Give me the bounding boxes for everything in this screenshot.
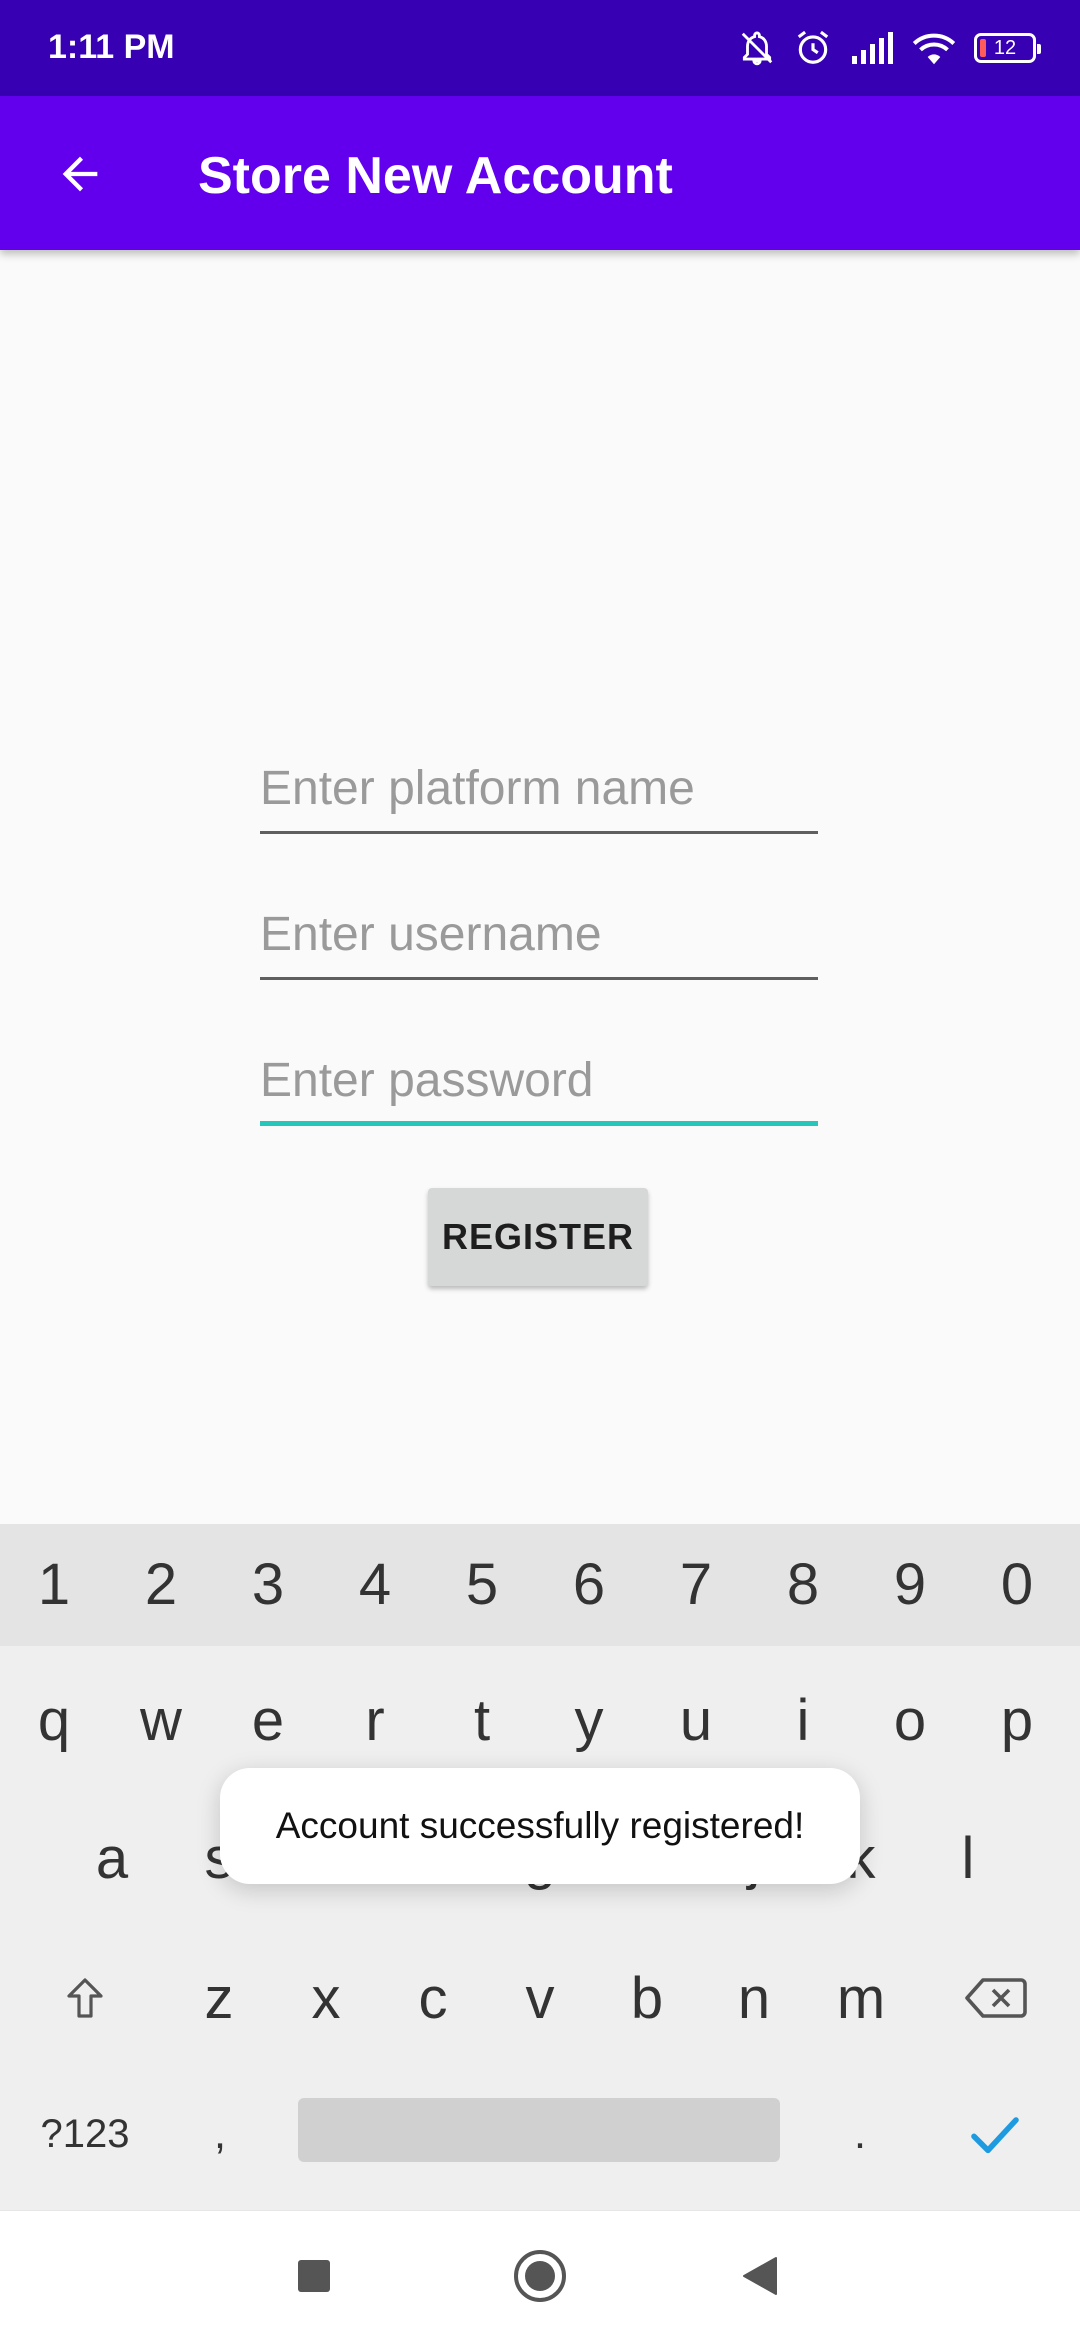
key-0[interactable]: 0	[977, 1544, 1057, 1624]
arrow-back-icon	[62, 156, 98, 192]
back-button[interactable]	[40, 134, 120, 214]
key-8[interactable]: 8	[763, 1544, 843, 1624]
check-icon	[971, 2117, 1019, 2154]
platform-name-field[interactable]	[260, 752, 818, 834]
period-key[interactable]: .	[820, 2084, 900, 2184]
username-field[interactable]	[260, 898, 818, 980]
key-5[interactable]: 5	[442, 1544, 522, 1624]
battery-level: 12	[993, 36, 1017, 59]
key-w[interactable]: w	[121, 1670, 201, 1770]
key-2[interactable]: 2	[121, 1544, 201, 1624]
home-button[interactable]	[500, 2236, 580, 2316]
wifi-icon	[912, 30, 956, 66]
backspace-icon	[965, 1978, 1027, 2018]
nav-back-button[interactable]	[720, 2236, 800, 2316]
home-circle-icon	[514, 2250, 566, 2302]
key-1[interactable]: 1	[14, 1544, 94, 1624]
key-r[interactable]: r	[335, 1670, 415, 1770]
alarm-icon	[794, 29, 832, 67]
status-bar: 1:11 PM 12	[0, 0, 1080, 96]
battery-icon: 12	[974, 33, 1041, 63]
key-v[interactable]: v	[500, 1948, 580, 2048]
key-a[interactable]: a	[72, 1808, 152, 1908]
key-b[interactable]: b	[607, 1948, 687, 2048]
key-z[interactable]: z	[179, 1948, 259, 2048]
key-x[interactable]: x	[286, 1948, 366, 2048]
status-icons: 12	[738, 24, 1041, 72]
key-o[interactable]: o	[870, 1670, 950, 1770]
toast-message: Account successfully registered!	[220, 1768, 860, 1884]
key-9[interactable]: 9	[870, 1544, 950, 1624]
key-q[interactable]: q	[14, 1670, 94, 1770]
username-input[interactable]	[260, 898, 818, 970]
symbols-key[interactable]: ?123	[20, 2084, 150, 2184]
key-u[interactable]: u	[656, 1670, 736, 1770]
register-button[interactable]: REGISTER	[428, 1188, 648, 1286]
key-c[interactable]: c	[393, 1948, 473, 2048]
space-bar[interactable]	[298, 2098, 780, 2162]
platform-name-input[interactable]	[260, 752, 818, 824]
shift-arrow-icon	[67, 1978, 103, 2018]
comma-key[interactable]: ,	[180, 2084, 260, 2184]
key-l[interactable]: l	[928, 1808, 1008, 1908]
recents-button[interactable]	[282, 2236, 346, 2316]
key-m[interactable]: m	[821, 1948, 901, 2048]
key-p[interactable]: p	[977, 1670, 1057, 1770]
password-field[interactable]	[260, 1044, 818, 1126]
key-7[interactable]: 7	[656, 1544, 736, 1624]
page-title: Store New Account	[198, 147, 673, 205]
backspace-key[interactable]	[950, 1948, 1040, 2048]
key-t[interactable]: t	[442, 1670, 522, 1770]
key-e[interactable]: e	[228, 1670, 308, 1770]
status-time: 1:11 PM	[48, 28, 175, 66]
app-bar: Store New Account	[0, 96, 1080, 250]
key-y[interactable]: y	[549, 1670, 629, 1770]
back-triangle-icon	[743, 2257, 777, 2295]
done-key[interactable]	[945, 2084, 1045, 2184]
key-i[interactable]: i	[763, 1670, 843, 1770]
recents-square-icon	[298, 2260, 330, 2292]
password-input[interactable]	[260, 1044, 818, 1116]
system-nav-bar	[0, 2210, 1080, 2341]
signal-icon	[850, 30, 894, 66]
shift-key[interactable]	[40, 1948, 130, 2048]
notifications-off-icon	[738, 29, 776, 67]
key-6[interactable]: 6	[549, 1544, 629, 1624]
number-row: 1 2 3 4 5 6 7 8 9 0	[0, 1524, 1080, 1646]
key-4[interactable]: 4	[335, 1544, 415, 1624]
key-n[interactable]: n	[714, 1948, 794, 2048]
key-3[interactable]: 3	[228, 1544, 308, 1624]
